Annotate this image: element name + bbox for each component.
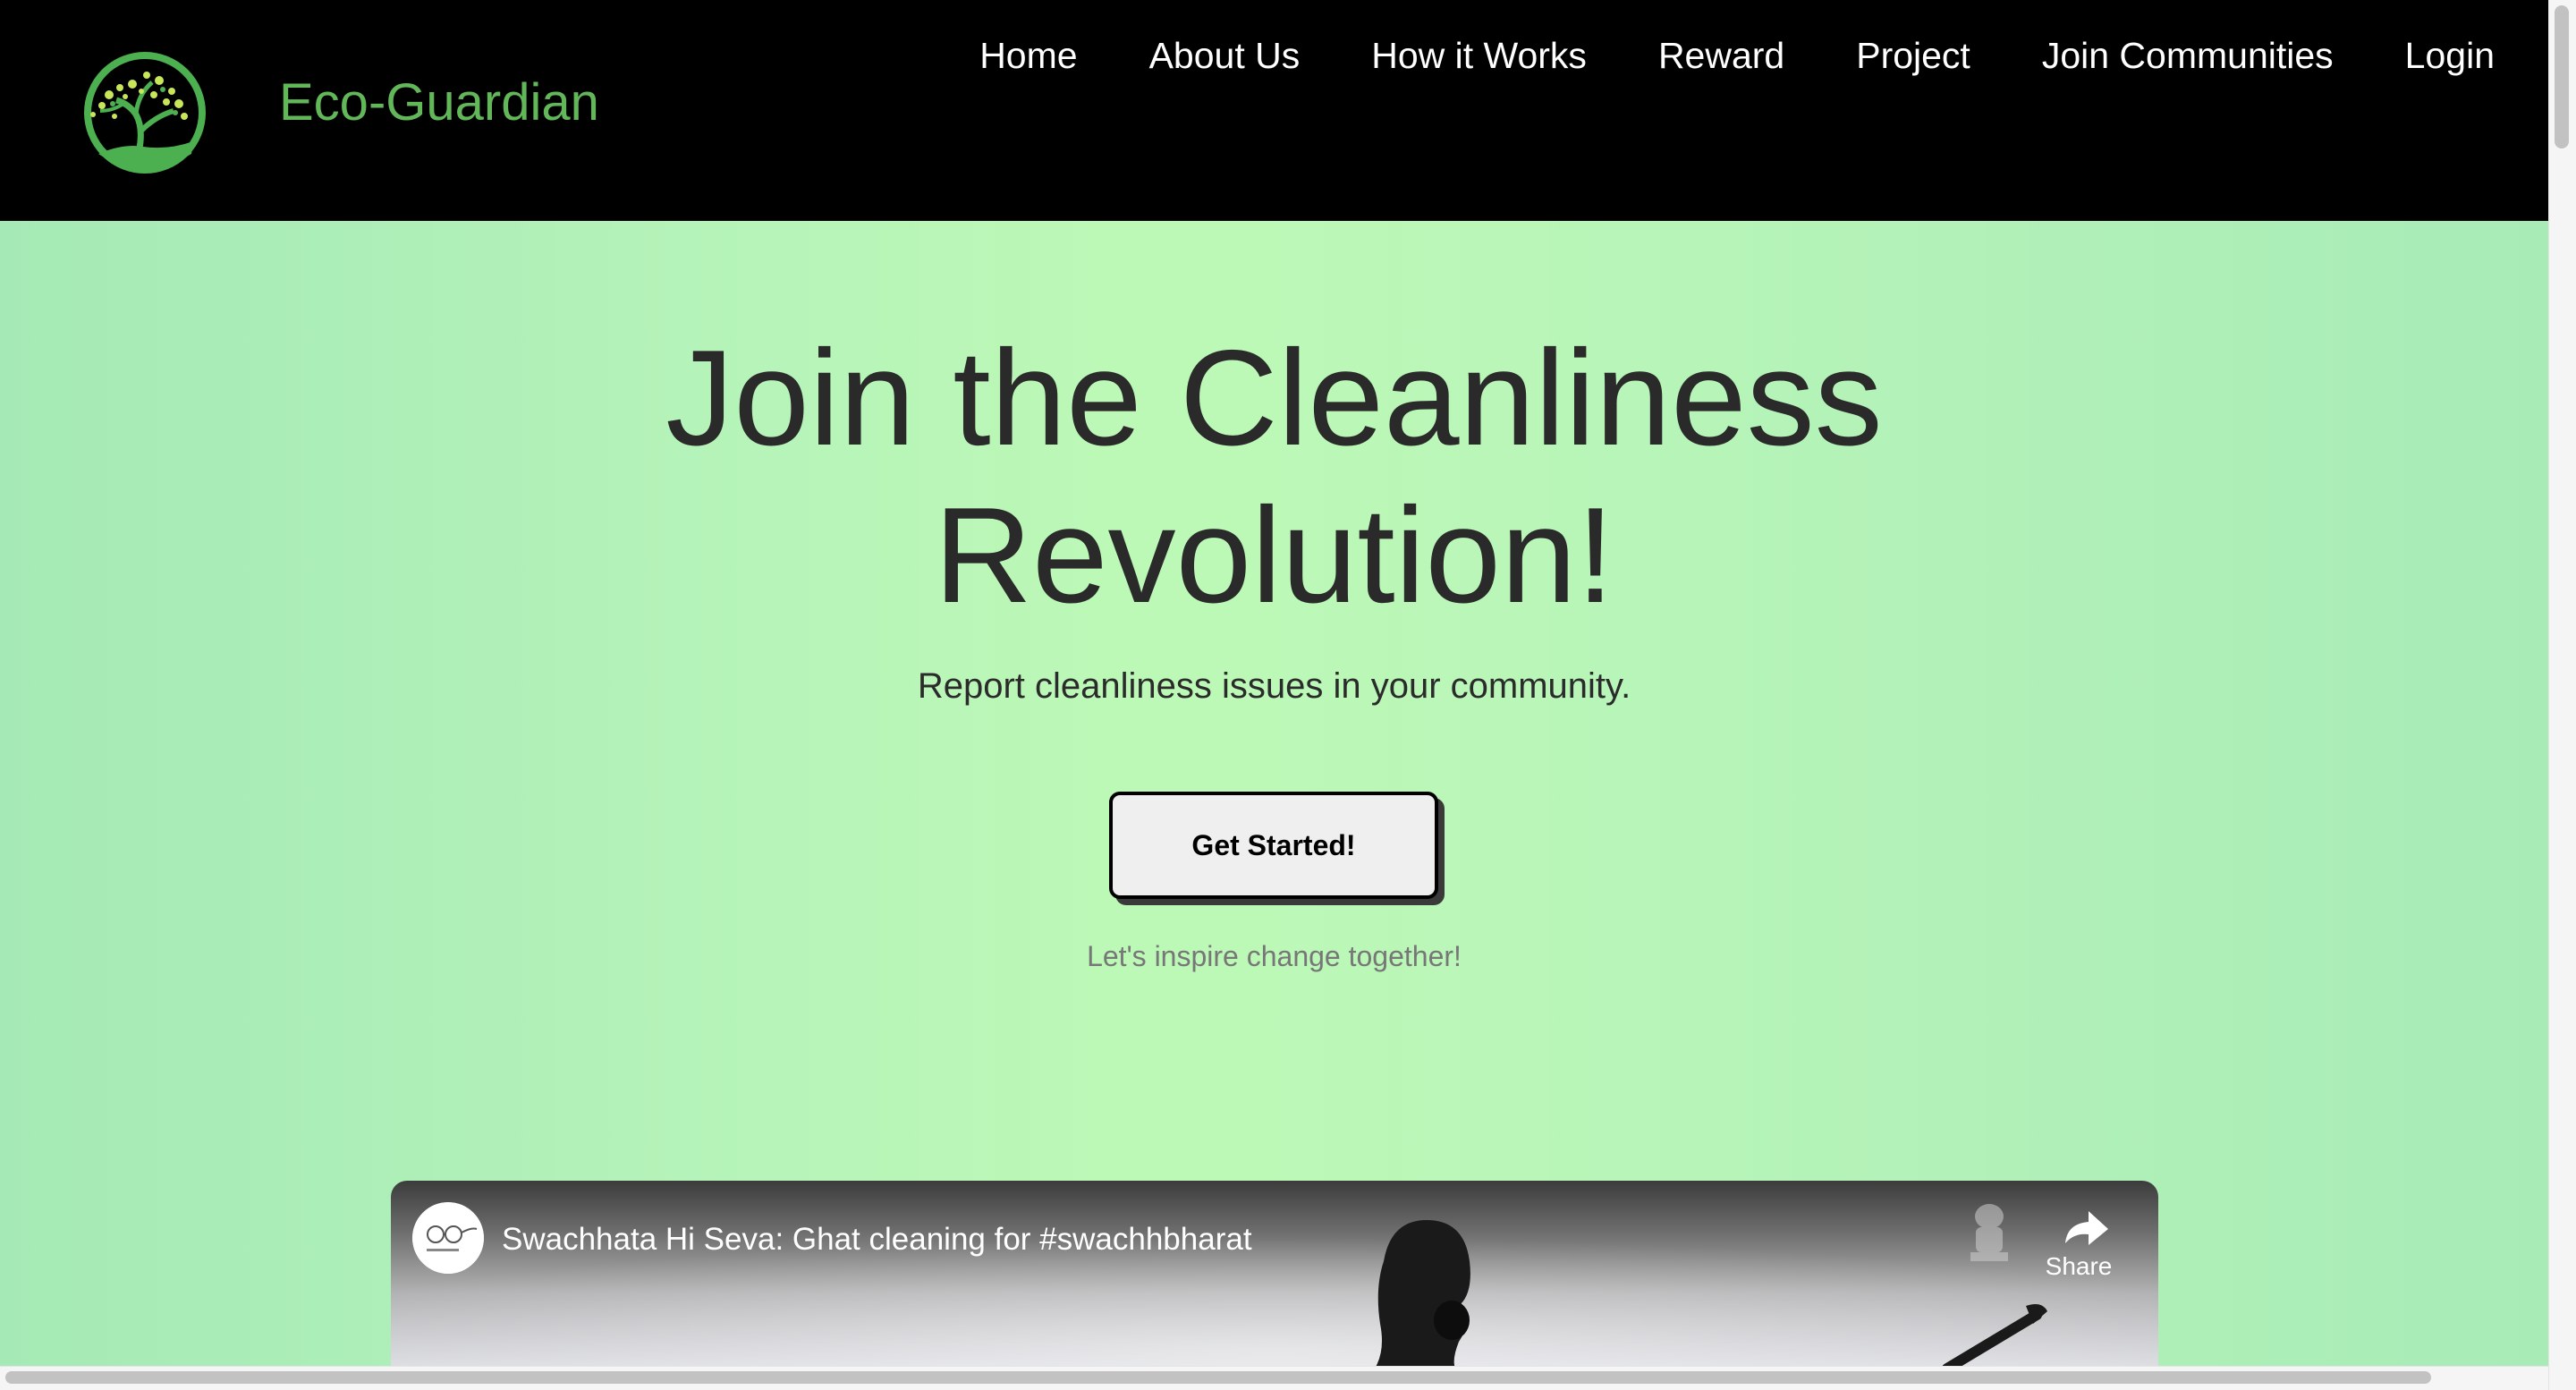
share-label: Share: [2045, 1252, 2113, 1280]
nav-login[interactable]: Login: [2405, 38, 2495, 74]
main-nav: Home About Us How it Works Reward Projec…: [908, 38, 2495, 74]
get-started-button[interactable]: Get Started!: [1109, 792, 1438, 899]
brand-name[interactable]: Eco-Guardian: [279, 77, 599, 129]
vertical-scrollbar-thumb[interactable]: [2555, 5, 2569, 148]
page: Eco-Guardian Home About Us How it Works …: [0, 0, 2576, 1390]
emblem-watermark-icon: [1970, 1204, 2008, 1261]
share-arrow-icon: [2065, 1211, 2108, 1245]
video-thumbnail: [391, 1181, 2158, 1369]
nav-how-it-works[interactable]: How it Works: [1371, 38, 1587, 74]
nav-join-communities[interactable]: Join Communities: [2042, 38, 2334, 74]
cta-caption: Let's inspire change together!: [1087, 940, 1462, 972]
hero-title-line-2: Revolution!: [934, 479, 1614, 631]
embedded-video[interactable]: Swachhata Hi Seva: Ghat cleaning for #sw…: [391, 1181, 2158, 1369]
site-header: Eco-Guardian Home About Us How it Works …: [0, 0, 2548, 221]
nav-reward[interactable]: Reward: [1658, 38, 1784, 74]
video-title[interactable]: Swachhata Hi Seva: Ghat cleaning for #sw…: [502, 1224, 1252, 1255]
horizontal-scrollbar-thumb[interactable]: [5, 1371, 2431, 1384]
channel-avatar-icon[interactable]: [412, 1202, 484, 1274]
hero-title: Join the Cleanliness Revolution!: [0, 319, 2548, 634]
share-button[interactable]: Share: [2038, 1204, 2119, 1284]
nav-home[interactable]: Home: [979, 38, 1077, 74]
hero-subtitle: Report cleanliness issues in your commun…: [917, 666, 1631, 706]
tree-logo-icon[interactable]: [70, 48, 213, 178]
vertical-scrollbar[interactable]: [2548, 0, 2576, 1390]
nav-about-us[interactable]: About Us: [1149, 38, 1301, 74]
hero-title-line-1: Join the Cleanliness: [665, 322, 1883, 474]
nav-project[interactable]: Project: [1856, 38, 1970, 74]
